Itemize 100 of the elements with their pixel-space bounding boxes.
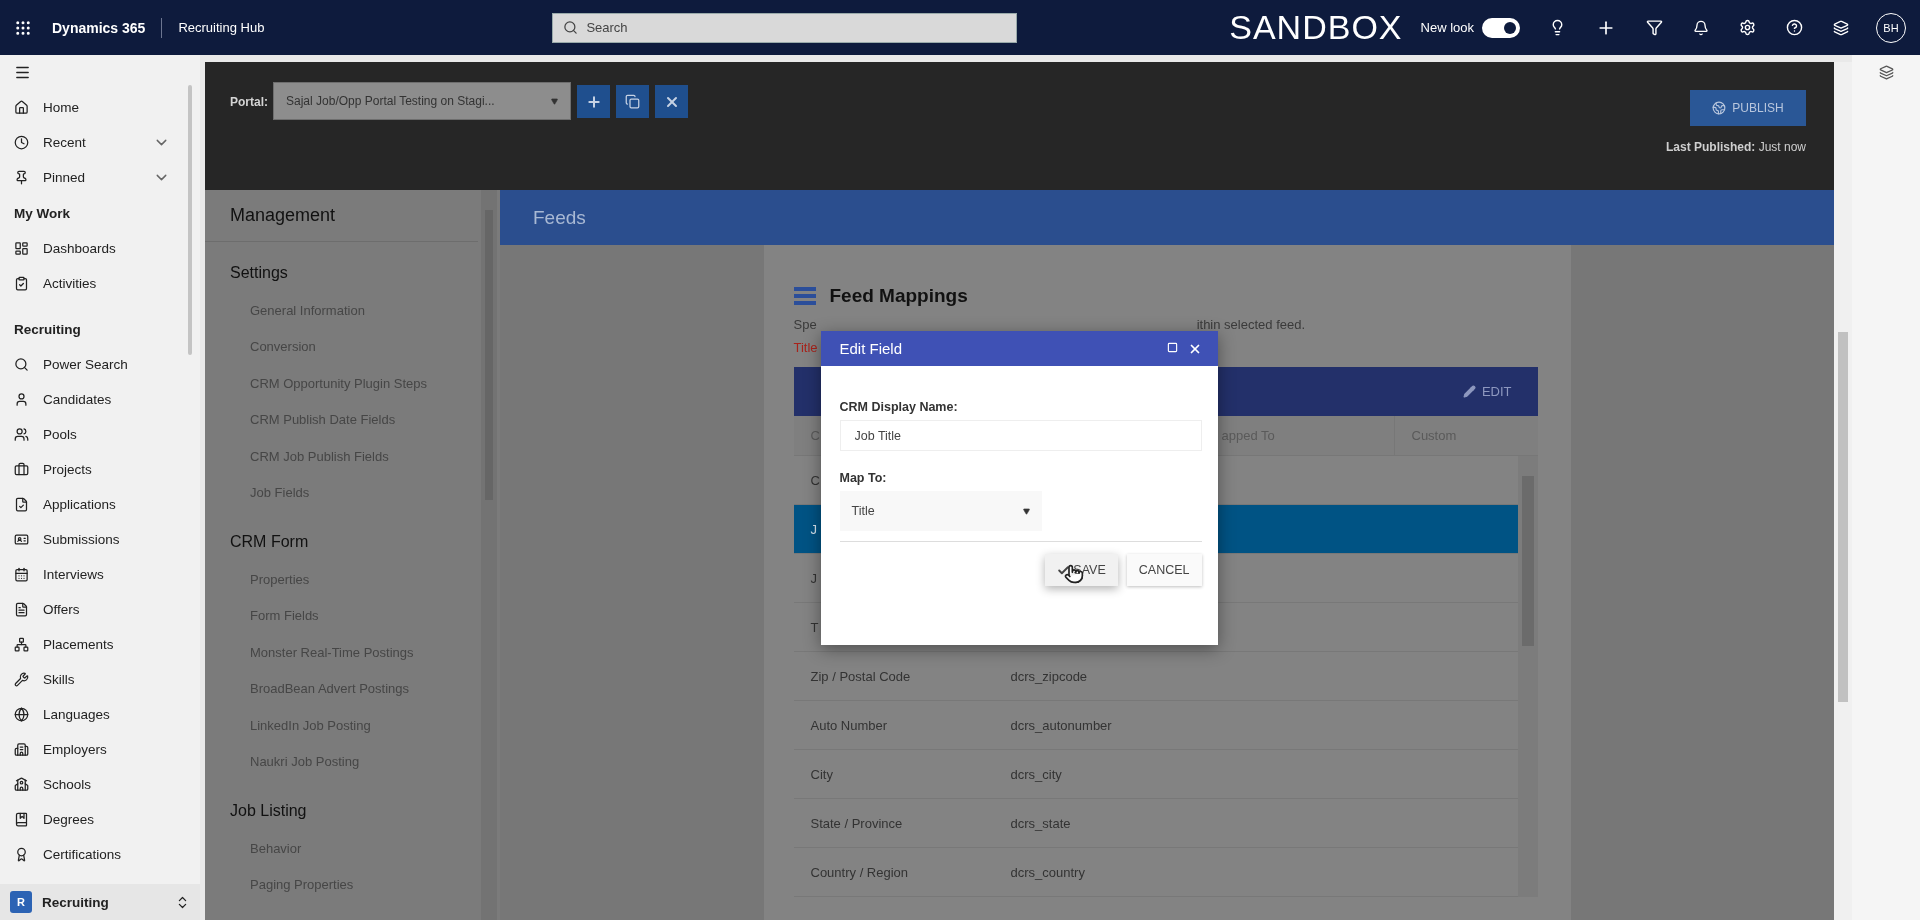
copy-button[interactable] [616,85,649,118]
portal-label: Portal: [230,95,268,111]
sidebar-item[interactable]: Employers [0,732,200,767]
sidebar-item[interactable]: Interviews [0,557,200,592]
network-icon [14,637,29,652]
display-name-field[interactable]: Job Title [839,420,1202,451]
table-cell: dcrs_zipcode [1010,668,1088,684]
scrollbar[interactable] [481,190,497,920]
clock-icon [14,135,29,150]
filter-icon[interactable] [1646,19,1663,36]
sidebar-item-label: Pinned [43,170,86,185]
note-text: Title [793,340,818,355]
id-card-icon [14,532,29,547]
sidebar-item[interactable]: Offers [0,592,200,627]
table-cell: T [810,619,819,635]
field-label: CRM Display Name: [839,400,959,414]
sidebar-item-label: Projects [43,462,92,477]
section-title: Feed Mappings [829,285,968,307]
portal-dropdown[interactable]: Sajal Job/Opp Portal Testing on Stagi... [273,82,571,120]
table-cell: Auto Number [810,717,888,733]
wrench-icon [14,672,29,687]
area-name[interactable]: Recruiting Hub [178,20,265,35]
table-cell: C [810,472,820,488]
checkmark-icon [1057,563,1071,577]
app-name[interactable]: Dynamics 365 [52,19,146,36]
dashboard-icon [14,241,29,256]
table-cell: J [810,570,817,586]
sidebar-item[interactable]: Activities [0,266,200,301]
dialog-title: Edit Field [839,340,903,357]
table-cell: dcrs_country [1010,864,1085,880]
sidebar-item[interactable]: Degrees [0,802,200,837]
area-badge: R [10,891,32,913]
sidebar-item-label: Employers [43,742,107,757]
sidebar-item[interactable]: Pinned [0,160,200,195]
sidebar-item[interactable]: Languages [0,697,200,732]
sidebar-item[interactable]: Applications [0,487,200,522]
copy-icon [625,94,640,109]
sidebar-group-title: Recruiting [13,320,82,339]
area-switcher[interactable]: R Recruiting [0,884,200,920]
sidebar-item[interactable]: Submissions [0,522,200,557]
scrollbar[interactable] [188,85,192,355]
caret-icon [1022,507,1030,515]
sidebar-item-label: Placements [43,637,114,652]
sidebar-item[interactable]: Dashboards [0,231,200,266]
publish-button[interactable]: PUBLISH [1690,90,1806,126]
last-published-text: Last Published: Just now [1665,140,1806,154]
environment-label: SANDBOX [1229,8,1403,47]
award-icon [14,847,29,862]
sidebar-item[interactable]: Recent [0,125,200,160]
table-cell: J [810,521,817,537]
search-icon [14,357,29,372]
table-cell: Country / Region [810,864,909,880]
sidebar-item-label: Pools [43,427,77,442]
sidebar-item[interactable]: Pools [0,417,200,452]
search-field[interactable]: Search [552,12,1018,43]
building-icon [14,742,29,757]
scrollbar[interactable] [1834,62,1852,920]
app-launcher-icon[interactable] [14,18,32,37]
plus-icon [585,93,602,110]
new-look-toggle[interactable] [1482,17,1520,38]
sidebar-item-label: Home [43,100,79,115]
sidebar-item[interactable]: Power Search [0,347,200,382]
menu-icon[interactable] [14,64,31,81]
sidebar-item[interactable]: Skills [0,662,200,697]
edit-button[interactable]: EDIT [1456,383,1518,400]
briefcase-icon [14,462,29,477]
sidebar-item[interactable]: Schools [0,767,200,802]
sidebar-item[interactable]: Placements [0,627,200,662]
bell-icon[interactable] [1693,19,1709,36]
list-icon [793,287,816,305]
sidebar-item-label: Interviews [43,567,104,582]
page-header: Feeds [500,190,1834,245]
book-icon [14,812,29,827]
section-title: Settings [229,263,289,283]
sidebar-item-label: Applications [43,497,116,512]
sidebar-item-label: Languages [43,707,110,722]
sidebar-item[interactable]: Projects [0,452,200,487]
clipboard-icon [14,276,29,291]
globe-icon [14,707,29,722]
section-title: Job Listing [229,801,308,821]
caret-icon [551,97,558,105]
help-icon[interactable] [1786,19,1803,36]
cancel-button[interactable]: CANCEL [1126,554,1202,586]
table-cell: State / Province [810,815,903,831]
area-label: Recruiting [42,894,109,910]
sidebar-item-label: Submissions [43,532,120,547]
document-icon [14,602,29,617]
delete-button[interactable] [655,85,688,118]
sidebar-item[interactable]: Certifications [0,837,200,872]
maximize-icon[interactable] [1166,341,1178,353]
map-to-dropdown[interactable]: Title [839,491,1042,531]
people-icon [14,427,29,442]
add-button[interactable] [577,85,610,118]
sidebar-item-label: Candidates [43,392,112,407]
settings-icon[interactable] [1739,19,1756,36]
sidebar-item-label: Skills [43,672,75,687]
sidebar-item[interactable]: Home [0,90,200,125]
search-icon [563,20,579,35]
scrollbar[interactable] [1517,456,1538,897]
sidebar-item[interactable]: Candidates [0,382,200,417]
